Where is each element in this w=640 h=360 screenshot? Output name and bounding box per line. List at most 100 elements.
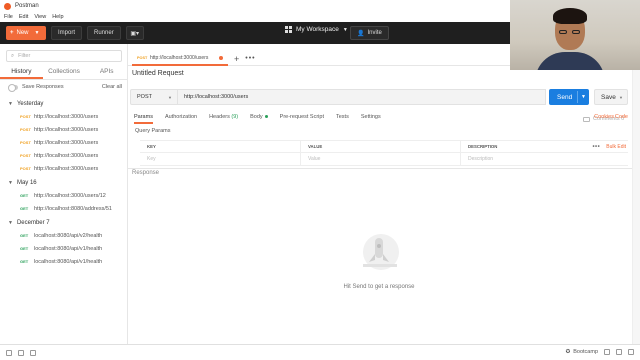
request-url: localhost:8080/api/v2/health: [34, 232, 103, 239]
new-button[interactable]: + New ▼: [6, 26, 46, 40]
request-tabbar: POST http://localhost:3000/users + •••: [128, 52, 510, 66]
method-badge: GET: [20, 206, 29, 211]
list-item[interactable]: GET http://localhost:3000/users/12: [0, 189, 128, 202]
save-label: Save: [601, 93, 616, 101]
list-item[interactable]: POST http://localhost:3000/users: [0, 123, 128, 136]
query-params-title: Query Params: [135, 128, 171, 134]
cookies-link[interactable]: Cookies: [594, 114, 614, 120]
method-badge: GET: [20, 259, 29, 264]
layout-icon[interactable]: [604, 349, 610, 355]
more-options-icon[interactable]: •••: [592, 144, 600, 150]
send-button[interactable]: Send ▼: [549, 89, 589, 105]
request-tab-url: http://localhost:3000/users: [150, 54, 209, 61]
tab-authorization[interactable]: Authorization: [165, 111, 197, 124]
send-divider: [577, 91, 578, 103]
request-url: http://localhost:3000/users: [34, 139, 99, 146]
tab-headers[interactable]: Headers (9): [209, 111, 238, 124]
request-tab[interactable]: POST http://localhost:3000/users: [132, 52, 228, 66]
find-icon[interactable]: [18, 349, 24, 356]
workspace-selector[interactable]: My Workspace ▼: [285, 26, 348, 33]
tab-body[interactable]: Body: [250, 111, 268, 124]
search-icon: ⌕: [11, 52, 15, 59]
menu-help[interactable]: Help: [52, 14, 63, 20]
tab-params[interactable]: Params: [134, 111, 153, 124]
chevron-down-icon: ▼: [342, 26, 348, 33]
tab-apis[interactable]: APIs: [85, 66, 128, 79]
list-item[interactable]: GET http://localhost:8080/address/51: [0, 202, 128, 215]
key-input[interactable]: Key: [140, 156, 300, 162]
workspace-label: My Workspace: [296, 26, 339, 33]
column-description: DESCRIPTION ••• Bulk Edit: [460, 141, 628, 152]
history-group-label: Yesterday: [16, 101, 44, 107]
bulk-edit-link[interactable]: Bulk Edit: [606, 144, 626, 150]
method-badge: GET: [20, 246, 29, 251]
list-item[interactable]: POST http://localhost:3000/users: [0, 162, 128, 175]
bootcamp-link[interactable]: Bootcamp: [573, 349, 598, 355]
params-table: KEY VALUE DESCRIPTION ••• Bulk Edit Key …: [140, 140, 628, 166]
menu-edit[interactable]: Edit: [19, 14, 28, 20]
tab-collections[interactable]: Collections: [43, 66, 86, 79]
invite-label: Invite: [367, 30, 382, 36]
help-icon[interactable]: [628, 349, 634, 355]
history-group-header[interactable]: ▼ May 16: [0, 177, 128, 189]
code-link[interactable]: Code: [615, 114, 628, 120]
new-window-button[interactable]: ▣▾: [125, 26, 144, 40]
filter-input[interactable]: ⌕ Filter: [6, 50, 122, 62]
request-name[interactable]: Untitled Request: [132, 70, 184, 77]
history-group-label: May 16: [16, 180, 37, 186]
runner-button[interactable]: Runner: [87, 26, 121, 40]
history-group-label: December 7: [16, 220, 50, 226]
method-badge: POST: [20, 166, 31, 171]
clear-all-button[interactable]: Clear all: [102, 84, 122, 90]
sidebar-toggle-icon[interactable]: [6, 349, 12, 356]
console-icon[interactable]: [30, 349, 36, 356]
description-input[interactable]: Description: [460, 153, 628, 165]
chevron-down-icon[interactable]: ▼: [581, 94, 586, 100]
list-item[interactable]: POST http://localhost:3000/users: [0, 110, 128, 123]
url-input[interactable]: http://localhost:3000/users: [178, 89, 546, 105]
workspace-grid-icon: [285, 26, 292, 33]
chevron-down-icon: ▼: [8, 101, 13, 107]
headers-count: (9): [231, 114, 239, 120]
tab-history[interactable]: History: [0, 66, 43, 79]
menu-file[interactable]: File: [4, 14, 13, 20]
list-item[interactable]: POST http://localhost:3000/users: [0, 149, 128, 162]
list-item[interactable]: GET localhost:8080/api/v1/health: [0, 242, 128, 255]
right-scrollbar[interactable]: [632, 70, 640, 344]
body-label: Body: [250, 114, 263, 120]
menu-view[interactable]: View: [34, 14, 46, 20]
list-item[interactable]: GET localhost:8080/api/v1/health: [0, 255, 128, 268]
request-url: http://localhost:3000/users: [34, 113, 99, 120]
keyboard-icon[interactable]: [616, 349, 622, 355]
method-badge: GET: [20, 233, 29, 238]
history-group-header[interactable]: ▼ Yesterday: [0, 98, 128, 110]
add-user-icon: 👤: [357, 30, 365, 37]
tab-settings[interactable]: Settings: [361, 111, 381, 124]
invite-button[interactable]: 👤 Invite: [350, 26, 389, 40]
table-row: Key Value Description: [140, 153, 628, 166]
chevron-down-icon: ▼: [619, 94, 623, 100]
chevron-down-icon: ▼: [168, 94, 172, 100]
response-title: Response: [132, 170, 160, 176]
main-panel: POST http://localhost:3000/users + ••• U…: [128, 44, 640, 344]
save-button[interactable]: Save ▼: [594, 89, 628, 105]
save-responses-toggle[interactable]: [8, 84, 18, 92]
history-group-header[interactable]: ▼ December 7: [0, 217, 128, 229]
request-url: localhost:8080/api/v1/health: [34, 258, 103, 265]
method-badge: POST: [20, 140, 31, 145]
tab-prerequest-script[interactable]: Pre-request Script: [280, 111, 324, 124]
method-badge: GET: [20, 193, 29, 198]
request-subtabs: Params Authorization Headers (9) Body Pr…: [128, 111, 640, 124]
value-input[interactable]: Value: [300, 153, 460, 165]
tab-tests[interactable]: Tests: [336, 111, 349, 124]
list-item[interactable]: POST http://localhost:3000/users: [0, 136, 128, 149]
method-select[interactable]: POST ▼: [130, 89, 178, 105]
list-item[interactable]: GET localhost:8080/api/v2/health: [0, 229, 128, 242]
request-url: http://localhost:8080/address/51: [34, 205, 112, 212]
body-indicator-icon: [264, 115, 268, 119]
more-tabs-icon[interactable]: •••: [245, 55, 255, 62]
method-badge: POST: [137, 55, 148, 60]
webcam-hair: [553, 8, 587, 24]
add-tab-button[interactable]: +: [234, 54, 239, 64]
import-button[interactable]: Import: [51, 26, 83, 40]
